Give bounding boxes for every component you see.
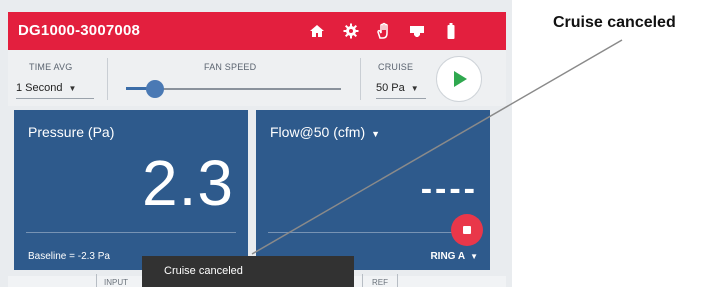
- device-screen: DG1000-3007008 TIME AVG 1 Second ▼ FAN S…: [0, 0, 512, 287]
- flow-title: Flow@50 (cfm): [270, 124, 366, 140]
- cruise-label: CRUISE: [378, 62, 414, 72]
- divider: [96, 274, 97, 287]
- stop-icon: [463, 226, 471, 234]
- fan-speed-slider-thumb[interactable]: [146, 80, 164, 98]
- divider: [107, 58, 108, 100]
- pressure-panel: Pressure (Pa) 2.3 Baseline = -2.3 Pa: [14, 110, 248, 270]
- ring-label: RING A: [430, 251, 466, 262]
- cruise-select[interactable]: 50 Pa ▼: [376, 82, 419, 94]
- stop-button[interactable]: [451, 214, 483, 246]
- divider: [268, 232, 478, 233]
- pressure-value: 2.3: [142, 147, 234, 219]
- snackbar: Cruise canceled: [142, 256, 354, 287]
- play-icon: [454, 71, 467, 87]
- chevron-down-icon: ▼: [371, 129, 381, 139]
- divider: [362, 274, 363, 287]
- cruise-underline: [376, 98, 426, 99]
- time-avg-value: 1 Second: [16, 82, 63, 94]
- flow-title-select[interactable]: Flow@50 (cfm) ▼: [270, 124, 380, 140]
- time-avg-label: TIME AVG: [29, 62, 73, 72]
- battery-icon: [442, 22, 460, 40]
- time-avg-select[interactable]: 1 Second ▼: [16, 82, 76, 94]
- chevron-down-icon: ▼: [68, 84, 77, 93]
- pressure-title: Pressure (Pa): [28, 124, 115, 140]
- fan-speed-label: FAN SPEED: [204, 62, 257, 72]
- divider: [26, 232, 236, 233]
- device-id: DG1000-3007008: [18, 22, 141, 39]
- flow-panel: Flow@50 (cfm) ▼ ---- RING A ▼: [256, 110, 490, 270]
- baseline-text: Baseline = -2.3 Pa: [28, 251, 110, 262]
- divider: [360, 58, 361, 100]
- callout-label: Cruise canceled: [553, 14, 676, 31]
- hand-icon[interactable]: [374, 22, 392, 40]
- app-header: DG1000-3007008: [8, 12, 506, 50]
- network-icon[interactable]: [408, 22, 426, 40]
- ring-select[interactable]: RING A ▼: [430, 251, 478, 262]
- cruise-value: 50 Pa: [376, 82, 405, 94]
- snackbar-message: Cruise canceled: [164, 265, 243, 277]
- home-icon[interactable]: [308, 22, 326, 40]
- gear-icon[interactable]: [342, 22, 360, 40]
- chevron-down-icon: ▼: [410, 84, 419, 93]
- tab-input[interactable]: INPUT: [104, 278, 128, 287]
- play-button[interactable]: [436, 56, 482, 102]
- chevron-down-icon: ▼: [470, 252, 478, 261]
- flow-value: ----: [420, 170, 478, 208]
- tab-ref[interactable]: REF: [372, 278, 388, 287]
- time-avg-underline: [16, 98, 94, 99]
- divider: [397, 274, 398, 287]
